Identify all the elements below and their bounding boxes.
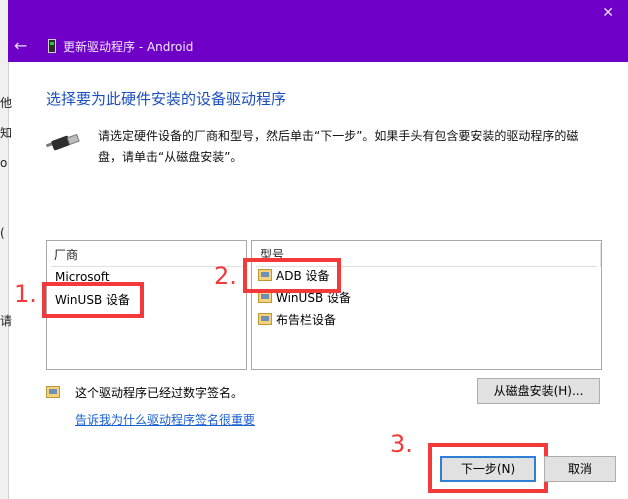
background-text-fragment: 知 [0, 126, 13, 140]
signature-status-text: 这个驱动程序已经过数字签名。 [75, 386, 244, 400]
close-icon[interactable]: ✕ [602, 5, 614, 21]
background-text-fragment: ( [0, 226, 5, 240]
annotation-highlight-box [243, 258, 341, 293]
model-item-label: 布告栏设备 [276, 313, 337, 327]
signature-info-link[interactable]: 告诉我为什么驱动程序签名很重要 [75, 411, 255, 428]
driver-device-icon [258, 313, 272, 325]
annotation-highlight-box [42, 282, 144, 318]
background-text-fragment: 请 [0, 314, 13, 328]
cancel-button[interactable]: 取消 [544, 456, 616, 482]
signed-driver-icon [46, 386, 60, 398]
header-column-divider [600, 243, 601, 267]
manufacturer-column-header[interactable]: 厂商 [54, 246, 78, 263]
annotation-step-3: 3. [390, 430, 413, 458]
instruction-text: 请选定硬件设备的厂商和型号，然后单击“下一步”。如果手头有包含要安装的驱动程序的… [98, 129, 579, 164]
next-button[interactable]: 下一步(N) [440, 456, 536, 482]
annotation-step-2: 2. [214, 262, 237, 290]
back-arrow-icon[interactable]: ← [14, 36, 27, 55]
usb-cable-icon [46, 133, 80, 151]
title-bar: ✕ ← 更新驱动程序 - Android [8, 0, 628, 62]
window-title: 更新驱动程序 - Android [63, 40, 194, 54]
background-text-fragment: o [0, 156, 8, 170]
background-text-fragment: 他 [0, 96, 13, 110]
background-window-strip: 他 知 o ( 请 [0, 0, 13, 499]
device-icon [48, 39, 56, 53]
have-disk-button[interactable]: 从磁盘安装(H)... [477, 378, 600, 404]
annotation-step-1: 1. [14, 280, 37, 308]
page-heading: 选择要为此硬件安装的设备驱动程序 [46, 90, 287, 108]
